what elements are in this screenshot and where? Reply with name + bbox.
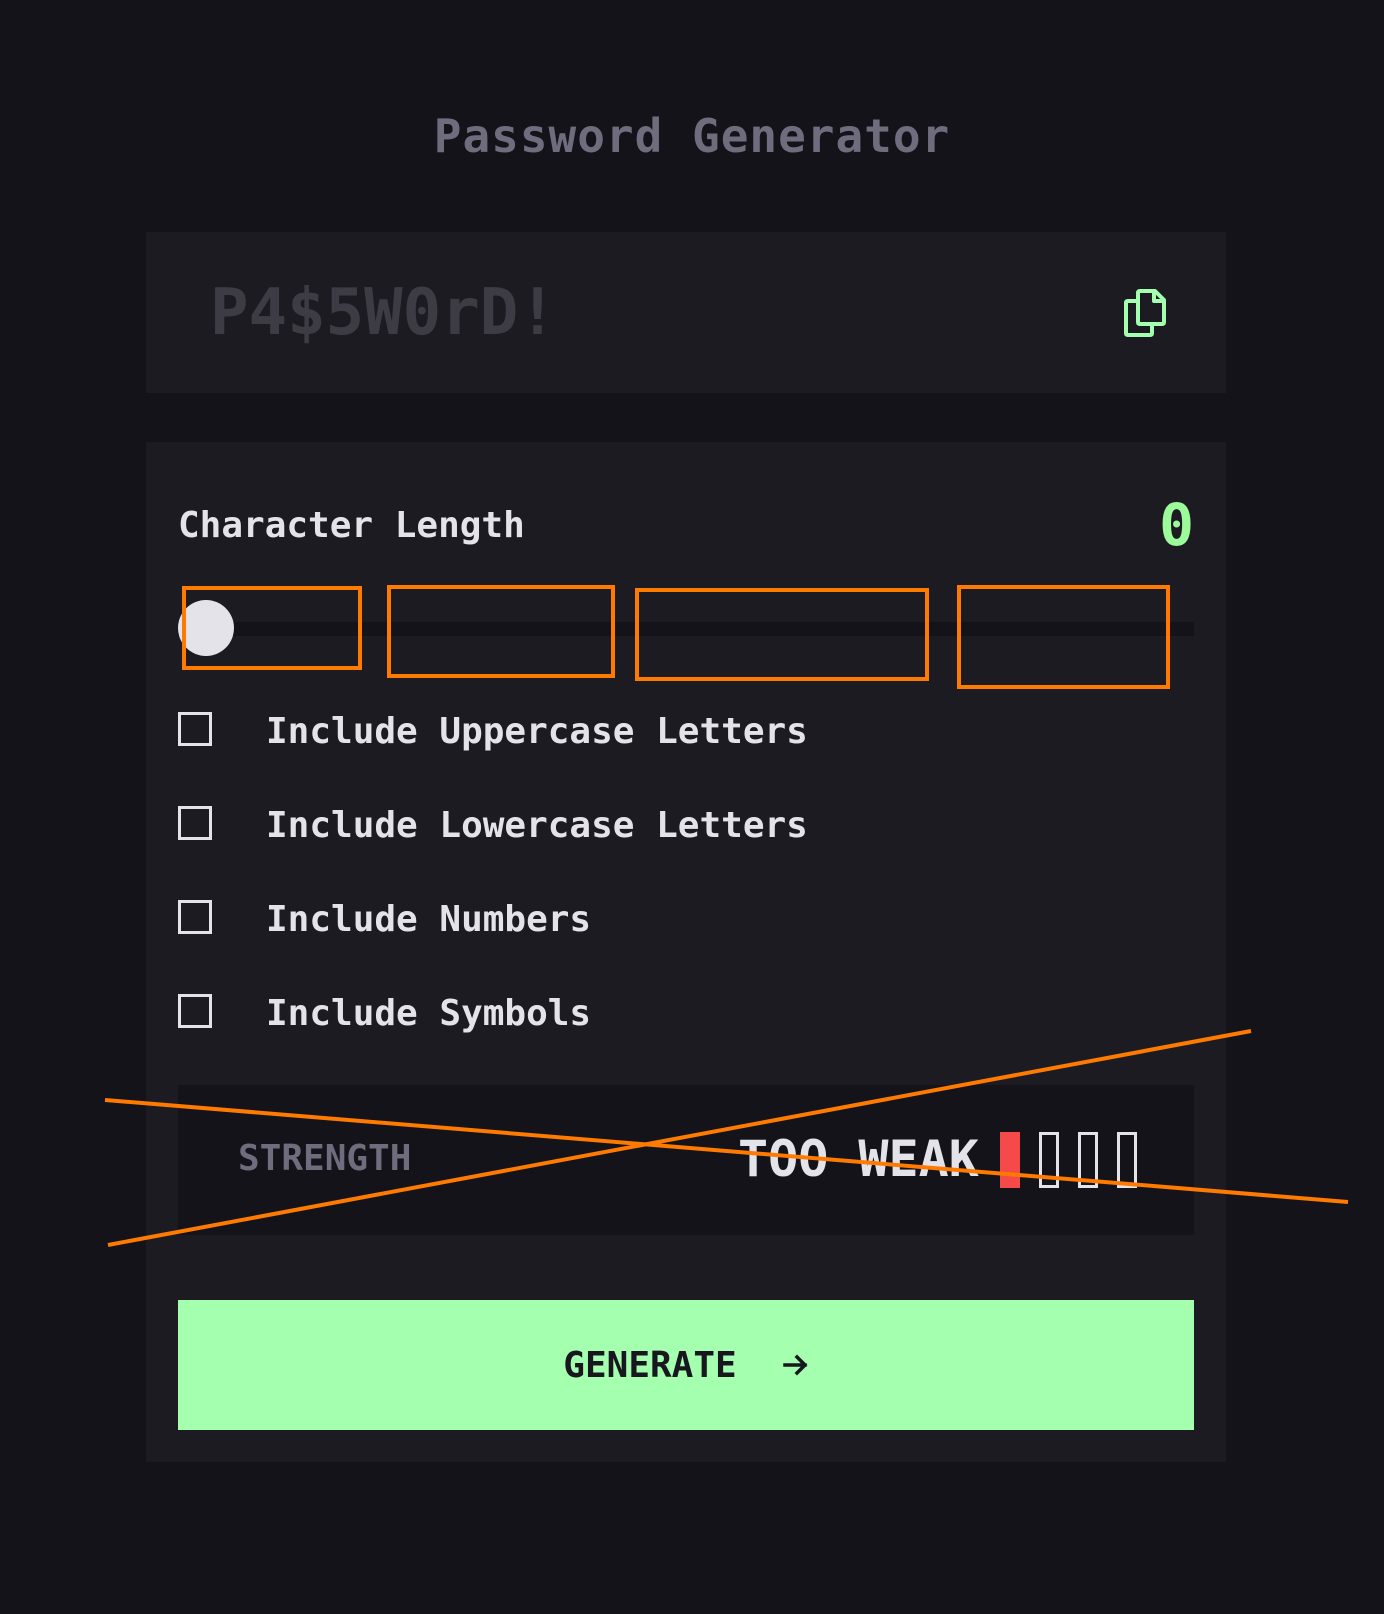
symbols-checkbox[interactable] [178,994,212,1028]
option-symbols[interactable]: Include Symbols [178,992,878,1036]
strength-bar [1117,1132,1137,1188]
numbers-label: Include Numbers [266,899,592,940]
strength-label: STRENGTH [238,1138,412,1179]
page-title: Password Generator [433,109,951,163]
lowercase-label: Include Lowercase Letters [266,805,808,846]
strength-value: TOO WEAK [738,1130,979,1188]
strength-bar [1000,1132,1020,1188]
character-length-label: Character Length [178,505,525,546]
character-length-value: 0 [1159,491,1194,559]
option-numbers[interactable]: Include Numbers [178,898,878,942]
generate-button-content: GENERATE [178,1300,1194,1430]
generate-button[interactable]: GENERATE [178,1300,1194,1430]
annotation-box [635,588,929,681]
option-lowercase[interactable]: Include Lowercase Letters [178,804,878,848]
annotation-box [957,585,1170,689]
lowercase-checkbox[interactable] [178,806,212,840]
strength-bar [1039,1132,1059,1188]
arrow-right-icon [782,1352,809,1378]
annotation-box [387,585,615,678]
strength-panel: STRENGTH TOO WEAK [178,1085,1194,1235]
uppercase-checkbox[interactable] [178,712,212,746]
uppercase-label: Include Uppercase Letters [266,711,808,752]
copy-icon [1124,289,1166,337]
password-placeholder: P4$5W0rD! [210,276,557,350]
annotation-box [182,586,362,670]
password-output: P4$5W0rD! [146,232,1226,393]
strength-bar [1078,1132,1098,1188]
option-uppercase[interactable]: Include Uppercase Letters [178,710,878,754]
generator-card: Character Length 0 Include Uppercase Let… [146,442,1226,1462]
copy-button[interactable] [1116,284,1174,342]
numbers-checkbox[interactable] [178,900,212,934]
generate-label: GENERATE [563,1344,737,1386]
symbols-label: Include Symbols [266,993,592,1034]
